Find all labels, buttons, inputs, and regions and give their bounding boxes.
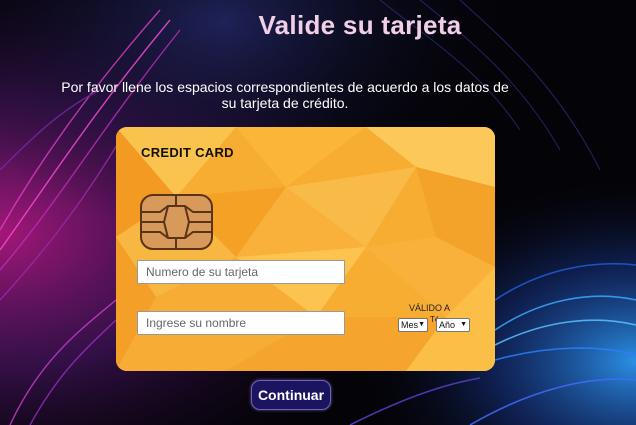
continue-button[interactable]: Continuar (251, 380, 331, 410)
card-brand-title: CREDIT CARD (141, 145, 234, 160)
instructions-text: Por favor llene los espacios correspondi… (61, 79, 509, 111)
chevron-down-icon: ▼ (460, 321, 467, 328)
year-select[interactable]: Año ▼ (436, 318, 470, 332)
valid-thru-label: VÁLIDO A Té (409, 303, 455, 324)
page-title: Valide su tarjeta (258, 10, 462, 40)
card-number-input[interactable] (137, 260, 345, 284)
card-chip-icon (140, 194, 213, 250)
credit-card-panel: CREDIT CARD VÁLIDO A Té Mes ▼ Año ▼ (116, 127, 495, 371)
month-select[interactable]: Mes ▼ (398, 318, 428, 332)
month-select-value: Mes (401, 320, 419, 330)
chevron-down-icon: ▼ (418, 321, 425, 328)
year-select-value: Año (439, 320, 456, 330)
valid-thru-text: VÁLIDO A (409, 303, 451, 313)
cardholder-name-input[interactable] (137, 311, 345, 335)
